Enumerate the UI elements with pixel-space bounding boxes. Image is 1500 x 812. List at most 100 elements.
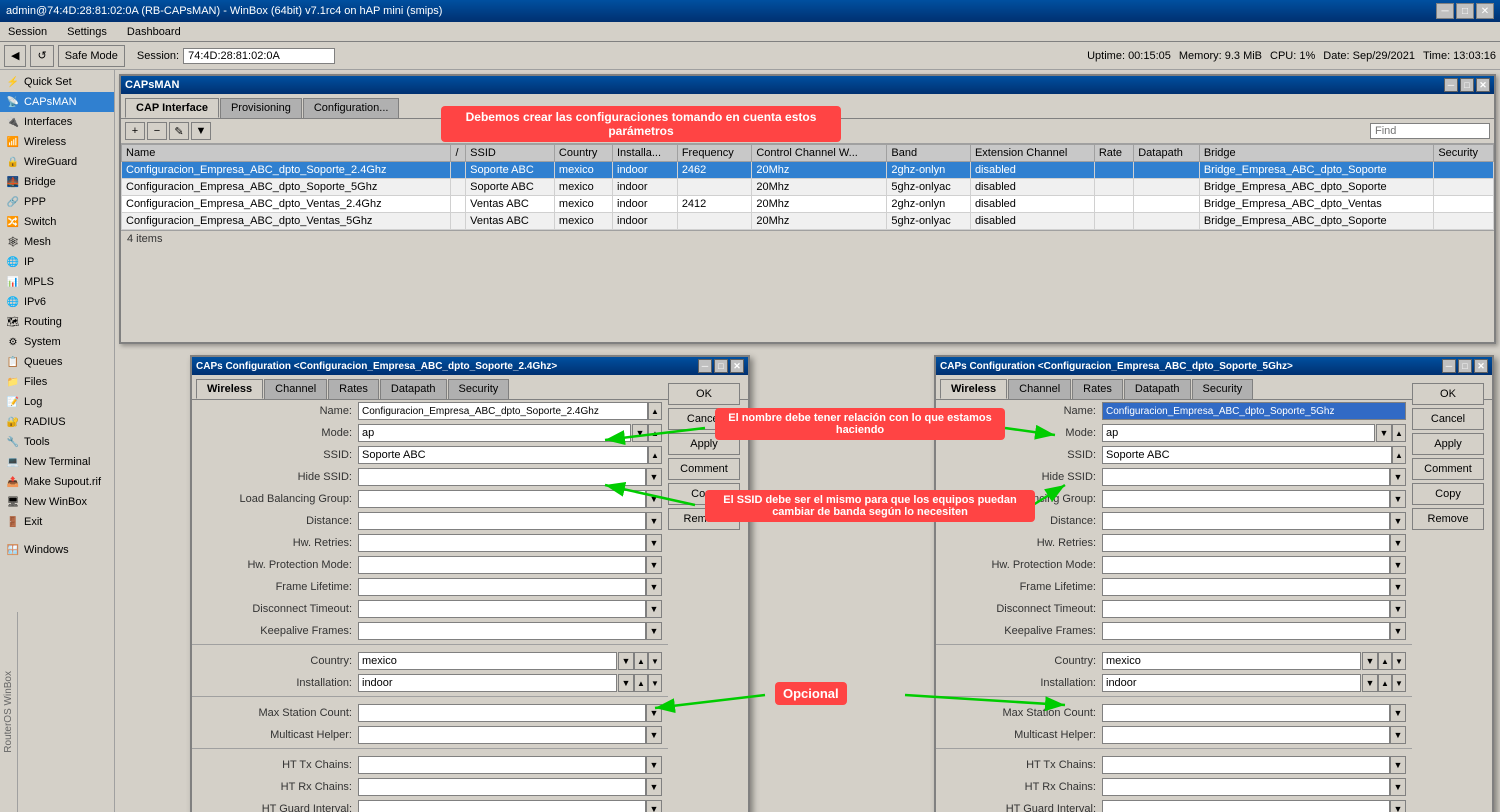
sidebar-item-ppp[interactable]: 🔗 PPP [0,192,114,212]
form-right-install-scroll-down[interactable]: ▼ [1392,674,1406,692]
form-left-country-input[interactable] [358,652,617,670]
sidebar-item-wireguard[interactable]: 🔒 WireGuard [0,152,114,172]
tab-cap-interface[interactable]: CAP Interface [125,98,219,118]
form-right-country-scroll-down[interactable]: ▼ [1392,652,1406,670]
form-right-httx-arrow[interactable]: ▼ [1390,756,1406,774]
form-right-hwprot-arrow[interactable]: ▼ [1390,556,1406,574]
sidebar-item-routing[interactable]: 🗺 Routing [0,312,114,332]
dialog-left-ok-btn[interactable]: OK [668,383,740,405]
dialog-left-cancel-btn[interactable]: Cancel [668,408,740,430]
sidebar-item-ipv6[interactable]: 🌐 IPv6 [0,292,114,312]
dialog-left-copy-btn[interactable]: Copy [668,483,740,505]
dialog-left-apply-btn[interactable]: Apply [668,433,740,455]
tab-configuration[interactable]: Configuration... [303,98,400,118]
dialog-right-copy-btn[interactable]: Copy [1412,483,1484,505]
menu-settings[interactable]: Settings [63,25,111,39]
form-right-name-input[interactable] [1102,402,1406,420]
form-right-disconnect-input[interactable] [1102,600,1390,618]
form-right-mode-input[interactable] [1102,424,1375,442]
form-left-disconnect-arrow[interactable]: ▼ [646,600,662,618]
sidebar-item-system[interactable]: ⚙ System [0,332,114,352]
safe-mode-btn[interactable]: Safe Mode [58,45,125,67]
form-left-disconnect-input[interactable] [358,600,646,618]
form-left-name-input[interactable] [358,402,648,420]
form-right-distance-arrow[interactable]: ▼ [1390,512,1406,530]
col-ssid[interactable]: SSID [466,145,555,162]
form-left-htguard-input[interactable] [358,800,646,812]
dialog-left-maximize-btn[interactable]: □ [714,359,728,373]
tab-right-datapath[interactable]: Datapath [1124,379,1191,399]
form-left-hwprot-input[interactable] [358,556,646,574]
form-left-hwretries-arrow[interactable]: ▼ [646,534,662,552]
dialog-left-window-btns[interactable]: ─ □ ✕ [698,359,744,373]
title-bar-controls[interactable]: ─ □ ✕ [1436,3,1494,19]
form-left-hide-ssid-input[interactable] [358,468,646,486]
form-right-frame-arrow[interactable]: ▼ [1390,578,1406,596]
close-btn[interactable]: ✕ [1476,3,1494,19]
form-right-httx-input[interactable] [1102,756,1390,774]
form-right-htguard-input[interactable] [1102,800,1390,812]
form-right-maxstation-input[interactable] [1102,704,1390,722]
form-left-country-scroll-down[interactable]: ▼ [648,652,662,670]
form-left-install-scroll-down[interactable]: ▼ [648,674,662,692]
sidebar-item-bridge[interactable]: 🌉 Bridge [0,172,114,192]
sidebar-item-wireless[interactable]: 📶 Wireless [0,132,114,152]
col-country[interactable]: Country [554,145,612,162]
form-right-country-arrow[interactable]: ▼ [1362,652,1378,670]
sidebar-item-log[interactable]: 📝 Log [0,392,114,412]
form-left-httx-input[interactable] [358,756,646,774]
form-left-install-scroll-up[interactable]: ▲ [634,674,648,692]
form-left-htrx-arrow[interactable]: ▼ [646,778,662,796]
dialog-right-maximize-btn[interactable]: □ [1458,359,1472,373]
form-left-ssid-scroll[interactable]: ▲ [648,446,662,464]
col-ext[interactable]: Extension Channel [970,145,1094,162]
menu-session[interactable]: Session [4,25,51,39]
form-right-install-input[interactable] [1102,674,1361,692]
remove-btn[interactable]: − [147,122,167,140]
form-right-lb-input[interactable] [1102,490,1390,508]
form-right-ssid-scroll[interactable]: ▲ [1392,446,1406,464]
form-right-install-scroll-up[interactable]: ▲ [1378,674,1392,692]
form-right-country-scroll-up[interactable]: ▲ [1378,652,1392,670]
sidebar-item-supout[interactable]: 📤 Make Supout.rif [0,472,114,492]
form-left-frame-input[interactable] [358,578,646,596]
menu-dashboard[interactable]: Dashboard [123,25,185,39]
sidebar-item-mpls[interactable]: 📊 MPLS [0,272,114,292]
tab-left-datapath[interactable]: Datapath [380,379,447,399]
refresh-btn[interactable]: ↺ [30,45,53,67]
form-left-distance-arrow[interactable]: ▼ [646,512,662,530]
form-left-distance-input[interactable] [358,512,646,530]
tab-left-rates[interactable]: Rates [328,379,379,399]
form-left-keepalive-arrow[interactable]: ▼ [646,622,662,640]
sidebar-item-windows[interactable]: 🪟 Windows [0,540,114,560]
form-right-keepalive-arrow[interactable]: ▼ [1390,622,1406,640]
tab-provisioning[interactable]: Provisioning [220,98,302,118]
form-left-multicast-input[interactable] [358,726,646,744]
form-right-country-input[interactable] [1102,652,1361,670]
capsman-window-btns[interactable]: ─ □ ✕ [1444,78,1490,92]
form-left-name-scroll-up[interactable]: ▲ [648,402,662,420]
form-left-country-arrow[interactable]: ▼ [618,652,634,670]
form-right-distance-input[interactable] [1102,512,1390,530]
dialog-right-comment-btn[interactable]: Comment [1412,458,1484,480]
col-security[interactable]: Security [1434,145,1494,162]
form-left-frame-arrow[interactable]: ▼ [646,578,662,596]
form-right-hide-ssid-arrow[interactable]: ▼ [1390,468,1406,486]
sidebar-item-exit[interactable]: 🚪 Exit [0,512,114,532]
form-right-htrx-arrow[interactable]: ▼ [1390,778,1406,796]
form-left-maxstation-arrow[interactable]: ▼ [646,704,662,722]
maximize-btn[interactable]: □ [1456,3,1474,19]
tab-left-wireless[interactable]: Wireless [196,379,263,399]
sidebar-item-radius[interactable]: 🔐 RADIUS [0,412,114,432]
dialog-right-close-btn[interactable]: ✕ [1474,359,1488,373]
form-left-maxstation-input[interactable] [358,704,646,722]
form-left-hwprot-arrow[interactable]: ▼ [646,556,662,574]
form-right-htguard-arrow[interactable]: ▼ [1390,800,1406,812]
form-left-hwretries-input[interactable] [358,534,646,552]
capsman-maximize-btn[interactable]: □ [1460,78,1474,92]
dialog-right-cancel-btn[interactable]: Cancel [1412,408,1484,430]
sidebar-item-tools[interactable]: 🔧 Tools [0,432,114,452]
add-btn[interactable]: + [125,122,145,140]
sidebar-item-ip[interactable]: 🌐 IP [0,252,114,272]
form-right-htrx-input[interactable] [1102,778,1390,796]
